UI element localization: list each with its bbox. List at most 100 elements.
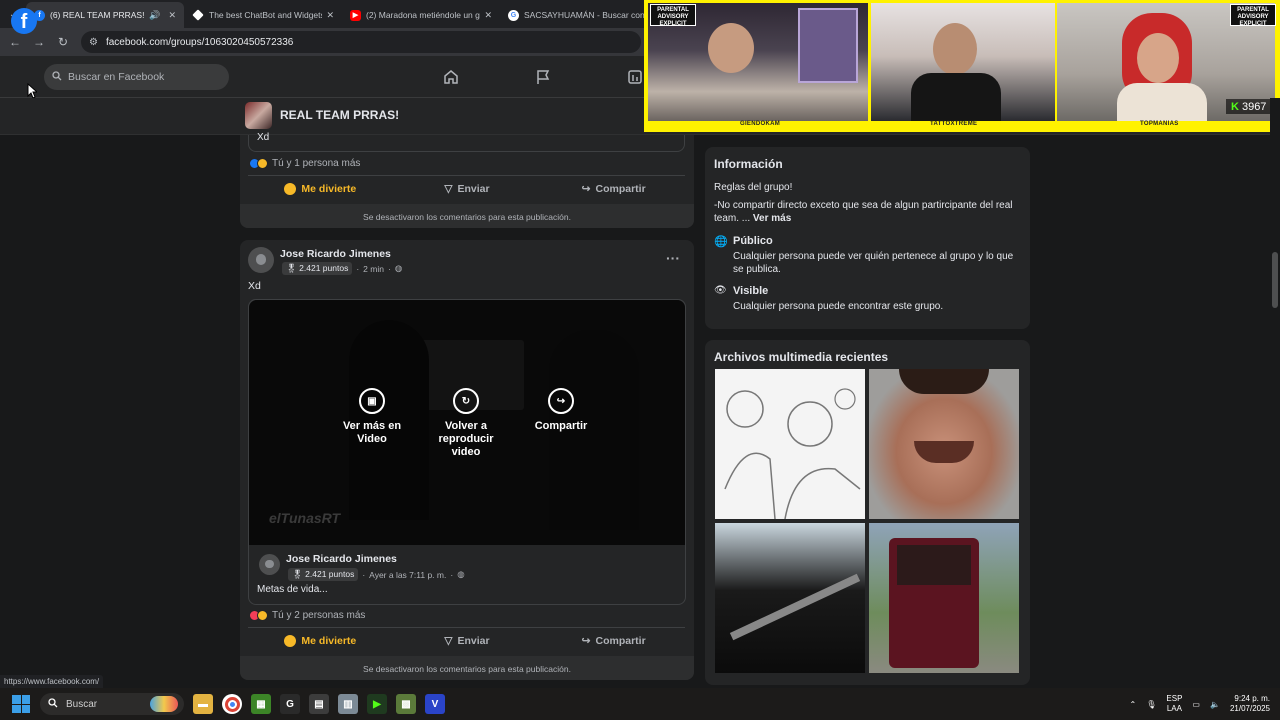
minecraft-icon[interactable]: ▦	[251, 694, 271, 714]
haha-icon	[284, 183, 297, 195]
react-button[interactable]: Me divierte	[247, 628, 394, 654]
document-icon[interactable]: ▤	[309, 694, 329, 714]
close-tab-icon[interactable]: ✕	[168, 10, 176, 21]
file-explorer-icon[interactable]: ▬	[193, 694, 213, 714]
viewer-count: 3967	[1241, 100, 1267, 113]
chevron-up-icon[interactable]: ⌃	[1130, 700, 1137, 709]
browser-tab[interactable]: ▶ (2) Maradona metiéndole un g ✕	[342, 2, 500, 28]
reload-icon[interactable]: ↻	[51, 35, 75, 49]
reactions-text: Tú y 2 personas más	[272, 610, 366, 621]
rules-text: -No compartir directo exceto que sea de …	[714, 199, 1024, 225]
gamepad-icon[interactable]: G	[280, 694, 300, 714]
kick-icon: K	[1231, 100, 1239, 113]
taskbar-clock[interactable]: 9:24 p. m. 21/07/2025	[1230, 694, 1270, 714]
media-thumbnail[interactable]	[869, 523, 1019, 673]
send-button[interactable]: ▽ Enviar	[394, 176, 541, 202]
site-settings-icon[interactable]: ⚙	[89, 37, 98, 48]
avatar[interactable]	[248, 247, 274, 273]
share-icon: ↪	[581, 183, 591, 195]
points-badge[interactable]: 🎖 2.421 puntos	[288, 568, 359, 581]
home-icon[interactable]	[440, 66, 462, 88]
shared-post-time[interactable]: Ayer a las 7:11 p. m.	[369, 570, 446, 580]
webcam-decor	[1137, 33, 1179, 83]
group-name[interactable]: REAL TEAM PRRAS!	[280, 108, 399, 122]
points-text: 2.421 puntos	[305, 569, 355, 579]
youtube-icon: ▶	[350, 9, 361, 21]
obs-play-icon[interactable]: ▶	[367, 694, 387, 714]
reaction-summary[interactable]: Tú y 2 personas más	[249, 610, 365, 621]
taskbar-search-input[interactable]: Buscar	[40, 693, 184, 715]
share-button[interactable]: ↪ Compartir	[540, 628, 687, 654]
send-icon: ▽	[444, 635, 453, 647]
language-indicator[interactable]: ESP LAA	[1166, 694, 1182, 714]
cam-label: TOPMANIAS	[1140, 121, 1179, 127]
send-label: Enviar	[457, 635, 490, 647]
browser-tab[interactable]: The best ChatBot and Widgets ✕	[184, 2, 342, 28]
public-text: Cualquier persona puede ver quién perten…	[733, 251, 1014, 275]
replay-video-button[interactable]: ↻ Volver a reproducir video	[426, 388, 506, 459]
system-tray: ⌃ 🎙 ESP LAA ▭ 🔈 9:24 p. m. 21/07/2025	[1130, 692, 1270, 716]
shared-post-author[interactable]: Jose Ricardo Jimenes	[286, 553, 397, 565]
scrollbar-thumb[interactable]	[1272, 252, 1278, 308]
google-icon: G	[508, 9, 519, 21]
webcam-decor	[1117, 83, 1207, 121]
lang-top: ESP	[1166, 694, 1183, 703]
media-thumbnail[interactable]	[715, 369, 865, 519]
url-bar[interactable]: ⚙ facebook.com/groups/1063020450572336	[81, 31, 641, 53]
send-button[interactable]: ▽ Enviar	[394, 628, 541, 654]
calculator-icon[interactable]: ▥	[338, 694, 358, 714]
watch-more-video-button[interactable]: ▣ Ver más en Video	[332, 388, 412, 446]
share-button[interactable]: ↪ Compartir	[540, 176, 687, 202]
microphone-icon[interactable]: 🎙	[1146, 700, 1156, 709]
clock-time: 9:24 p. m.	[1234, 694, 1270, 703]
tab-title: (2) Maradona metiéndole un g	[366, 10, 480, 20]
media-decor	[729, 573, 861, 641]
send-icon: ▽	[444, 183, 453, 195]
medal-icon: 🎖	[292, 569, 303, 579]
chrome-icon[interactable]	[222, 694, 242, 714]
share-icon: ↪	[548, 388, 574, 414]
close-tab-icon[interactable]: ✕	[484, 10, 492, 21]
windows-start-icon[interactable]	[12, 695, 30, 713]
volume-icon[interactable]: 🔈	[1210, 700, 1220, 709]
facebook-logo-icon[interactable]: f	[11, 8, 37, 34]
diamond-icon	[192, 9, 204, 21]
speaker-icon[interactable]: 🔊	[149, 10, 160, 21]
tab-title: (6) REAL TEAM PRRAS! | Fa	[50, 10, 145, 20]
flag-icon[interactable]	[532, 66, 554, 88]
points-badge[interactable]: 🎖 2.421 puntos	[282, 262, 353, 275]
react-button[interactable]: Me divierte	[247, 176, 394, 202]
network-icon[interactable]: ▭	[1192, 700, 1200, 709]
haha-reaction-icon	[257, 610, 268, 621]
forward-icon[interactable]: →	[27, 35, 51, 49]
scrollbar-track[interactable]	[1270, 98, 1280, 688]
browser-tab[interactable]: G SACSAYHUAMÁN - Buscar con	[500, 2, 658, 28]
media-decor	[899, 369, 989, 394]
game-icon[interactable]: ▩	[396, 694, 416, 714]
video-player[interactable]: ▣ Ver más en Video ↻ Volver a reproducir…	[249, 300, 685, 545]
cam-label: TATTOXTREME	[930, 121, 978, 127]
points-text: 2.421 puntos	[299, 263, 349, 273]
more-options-icon[interactable]: ···	[666, 250, 680, 266]
reactions-text: Tú y 1 persona más	[272, 158, 361, 169]
post-time[interactable]: 2 min	[363, 264, 384, 274]
vegas-icon[interactable]: V	[425, 694, 445, 714]
chart-icon[interactable]	[624, 66, 646, 88]
facebook-search-input[interactable]: Buscar en Facebook	[44, 64, 229, 90]
avatar[interactable]	[259, 554, 280, 575]
browser-tab[interactable]: f (6) REAL TEAM PRRAS! | Fa 🔊 ✕	[26, 2, 184, 28]
post-author[interactable]: Jose Ricardo Jimenes	[280, 248, 391, 260]
media-thumbnail[interactable]	[869, 369, 1019, 519]
video-icon: ▣	[359, 388, 385, 414]
group-thumbnail[interactable]	[245, 102, 272, 129]
media-thumbnail[interactable]	[715, 523, 865, 673]
see-more-link[interactable]: Ver más	[753, 213, 791, 224]
reaction-summary[interactable]: Tú y 1 persona más	[249, 158, 360, 169]
globe-icon: ◍	[457, 569, 465, 579]
close-tab-icon[interactable]: ✕	[326, 10, 334, 21]
react-label: Me divierte	[301, 183, 357, 195]
back-icon[interactable]: ←	[3, 35, 27, 49]
media-title: Archivos multimedia recientes	[714, 350, 889, 364]
webcam-decor	[708, 23, 754, 73]
video-share-button[interactable]: ↪ Compartir	[521, 388, 601, 433]
